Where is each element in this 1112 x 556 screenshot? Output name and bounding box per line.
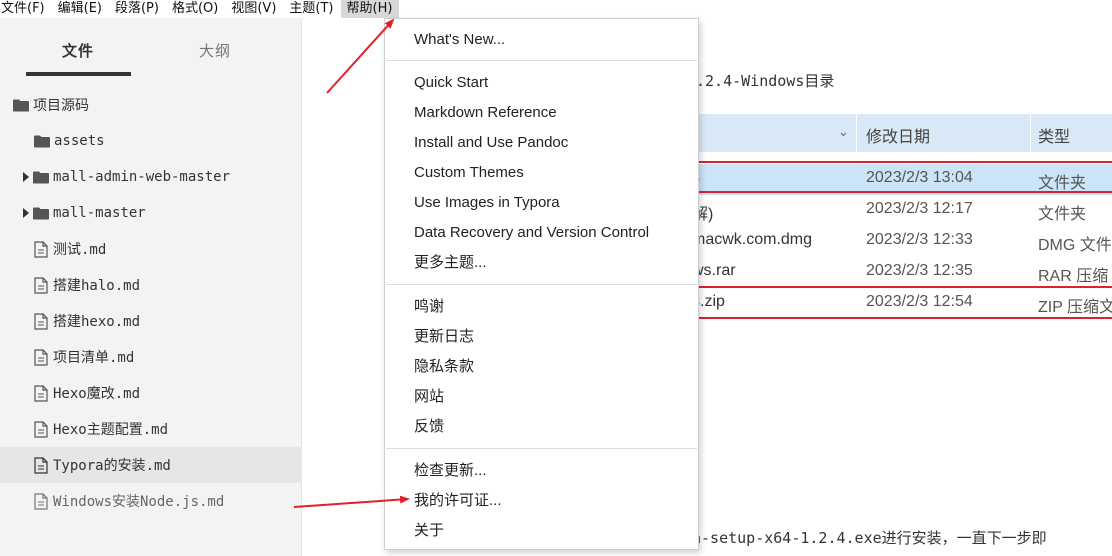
document-icon <box>34 420 48 438</box>
document-heading-fragment: .2.4-Windows目录 <box>692 70 834 91</box>
file-name: macwk.com.dmg <box>692 231 813 248</box>
file-type: DMG 文件 <box>1038 237 1112 254</box>
tree-file-project-list[interactable]: 项目清单.md <box>0 339 335 375</box>
tab-files[interactable]: 文件 <box>62 40 94 61</box>
tree-folder-mall-admin-web-master[interactable]: mall-admin-web-master <box>0 159 324 195</box>
tree-item-label: 搭建halo.md <box>53 278 141 294</box>
document-text-fragment: a-setup-x64-1.2.4.exe进行安装，一直下一步即 <box>692 529 1047 547</box>
expand-caret-icon[interactable] <box>23 208 29 218</box>
tree-file-halo[interactable]: 搭建halo.md <box>0 267 335 303</box>
menu-item-about[interactable]: 关于 <box>414 519 444 543</box>
header-type: 类型 <box>1038 127 1071 146</box>
file-type: 文件夹 <box>1038 206 1087 223</box>
menu-item-acknowledgements[interactable]: 鸣谢 <box>414 295 444 319</box>
menu-item-quick-start[interactable]: Quick Start <box>414 71 488 95</box>
explorer-row: s 2023/2/3 13:04 文件夹 <box>692 164 1112 195</box>
document-icon <box>34 492 48 510</box>
document-icon <box>34 276 48 294</box>
tree-item-label: 测试.md <box>53 242 107 258</box>
column-divider <box>1030 114 1031 152</box>
tab-outline[interactable]: 大纲 <box>199 40 231 61</box>
folder-icon <box>13 99 29 112</box>
menu-file[interactable]: 文件(F) <box>0 0 52 18</box>
menu-format[interactable]: 格式(O) <box>166 0 225 18</box>
file-type: RAR 压缩 <box>1038 268 1109 285</box>
menu-item-privacy[interactable]: 隐私条款 <box>414 355 474 379</box>
menu-item-whats-new[interactable]: What's New... <box>414 28 505 52</box>
menu-item-data-recovery[interactable]: Data Recovery and Version Control <box>414 221 649 245</box>
file-type: ZIP 压缩文 <box>1038 299 1112 316</box>
tree-item-label: Hexo主题配置.md <box>53 422 169 438</box>
folder-icon <box>33 171 49 184</box>
tree-item-label: mall-master <box>53 205 146 221</box>
menu-item-custom-themes[interactable]: Custom Themes <box>414 161 524 185</box>
expand-caret-icon[interactable] <box>23 172 29 182</box>
tree-file-ceshi[interactable]: 测试.md <box>0 231 335 267</box>
menu-item-check-updates[interactable]: 检查更新... <box>414 459 487 483</box>
file-type: 文件夹 <box>1038 175 1087 192</box>
folder-icon <box>34 135 50 148</box>
menu-item-changelog[interactable]: 更新日志 <box>414 325 474 349</box>
tree-item-label: Hexo魔改.md <box>53 386 141 402</box>
sidebar-tabs: 文件 大纲 <box>0 18 301 78</box>
sidebar: 文件 大纲 项目源码 assets mall-admin-web-master <box>0 18 335 556</box>
tree-item-label: assets <box>54 133 105 149</box>
column-divider <box>856 114 857 152</box>
tree-item-label: 项目源码 <box>33 98 89 114</box>
tree-folder-assets[interactable]: assets <box>0 123 335 159</box>
document-icon <box>34 312 48 330</box>
explorer-row: 解) 2023/2/3 12:17 文件夹 <box>692 195 1112 226</box>
menu-theme[interactable]: 主题(T) <box>283 0 340 18</box>
embedded-explorer-screenshot: ⌄ 修改日期 类型 s 2023/2/3 13:04 文件夹 解) 2023/2… <box>686 114 1112 326</box>
tree-item-label: Windows安装Node.js.md <box>53 494 225 510</box>
menu-item-my-license[interactable]: 我的许可证... <box>414 489 502 513</box>
file-date: 2023/2/3 12:17 <box>866 200 973 217</box>
chevron-down-icon: ⌄ <box>838 124 849 139</box>
document-icon <box>34 456 48 474</box>
active-tab-indicator <box>26 72 131 76</box>
menu-item-website[interactable]: 网站 <box>414 385 444 409</box>
menu-view[interactable]: 视图(V) <box>225 0 283 18</box>
file-date: 2023/2/3 12:54 <box>866 293 973 310</box>
menu-separator <box>386 448 697 449</box>
menu-item-use-images[interactable]: Use Images in Typora <box>414 191 560 215</box>
document-icon <box>34 348 48 366</box>
tree-item-label: Typora的安装.md <box>53 458 171 474</box>
tree-item-label: 搭建hexo.md <box>53 314 141 330</box>
menu-help[interactable]: 帮助(H) <box>340 0 400 18</box>
menu-paragraph[interactable]: 段落(P) <box>109 0 166 18</box>
tree-item-label: mall-admin-web-master <box>53 169 231 185</box>
menu-item-feedback[interactable]: 反馈 <box>414 415 444 439</box>
tree-file-windows-node[interactable]: Windows安装Node.js.md <box>0 483 335 519</box>
tree-folder-mall-master[interactable]: mall-master <box>0 195 324 231</box>
explorer-row: macwk.com.dmg 2023/2/3 12:33 DMG 文件 <box>692 226 1112 257</box>
menu-item-markdown-reference[interactable]: Markdown Reference <box>414 101 557 125</box>
file-date: 2023/2/3 12:33 <box>866 231 973 248</box>
document-icon <box>34 240 48 258</box>
menu-separator <box>386 284 697 285</box>
tree-file-hexo-theme-config[interactable]: Hexo主题配置.md <box>0 411 335 447</box>
file-date: 2023/2/3 13:04 <box>866 169 973 186</box>
menubar: 文件(F) 编辑(E) 段落(P) 格式(O) 视图(V) 主题(T) 帮助(H… <box>0 0 1112 18</box>
tree-file-typora-install[interactable]: Typora的安装.md <box>0 447 335 483</box>
menu-edit[interactable]: 编辑(E) <box>52 0 109 18</box>
help-menu-dropdown: What's New... Quick Start Markdown Refer… <box>384 18 699 550</box>
menu-separator <box>386 60 697 61</box>
tree-folder-root[interactable]: 项目源码 <box>0 87 314 123</box>
menu-item-install-pandoc[interactable]: Install and Use Pandoc <box>414 131 568 155</box>
header-modified-date: 修改日期 <box>866 127 931 146</box>
document-icon <box>34 384 48 402</box>
menu-item-more-themes[interactable]: 更多主题... <box>414 251 487 275</box>
folder-icon <box>33 207 49 220</box>
tree-file-hexo-mod[interactable]: Hexo魔改.md <box>0 375 335 411</box>
tree-item-label: 项目清单.md <box>53 350 135 366</box>
explorer-row: ws.rar 2023/2/3 12:35 RAR 压缩 <box>692 257 1112 288</box>
explorer-row: s.zip 2023/2/3 12:54 ZIP 压缩文 <box>692 288 1112 319</box>
explorer-header: ⌄ 修改日期 类型 <box>692 114 1112 152</box>
file-date: 2023/2/3 12:35 <box>866 262 973 279</box>
tree-file-hexo[interactable]: 搭建hexo.md <box>0 303 335 339</box>
